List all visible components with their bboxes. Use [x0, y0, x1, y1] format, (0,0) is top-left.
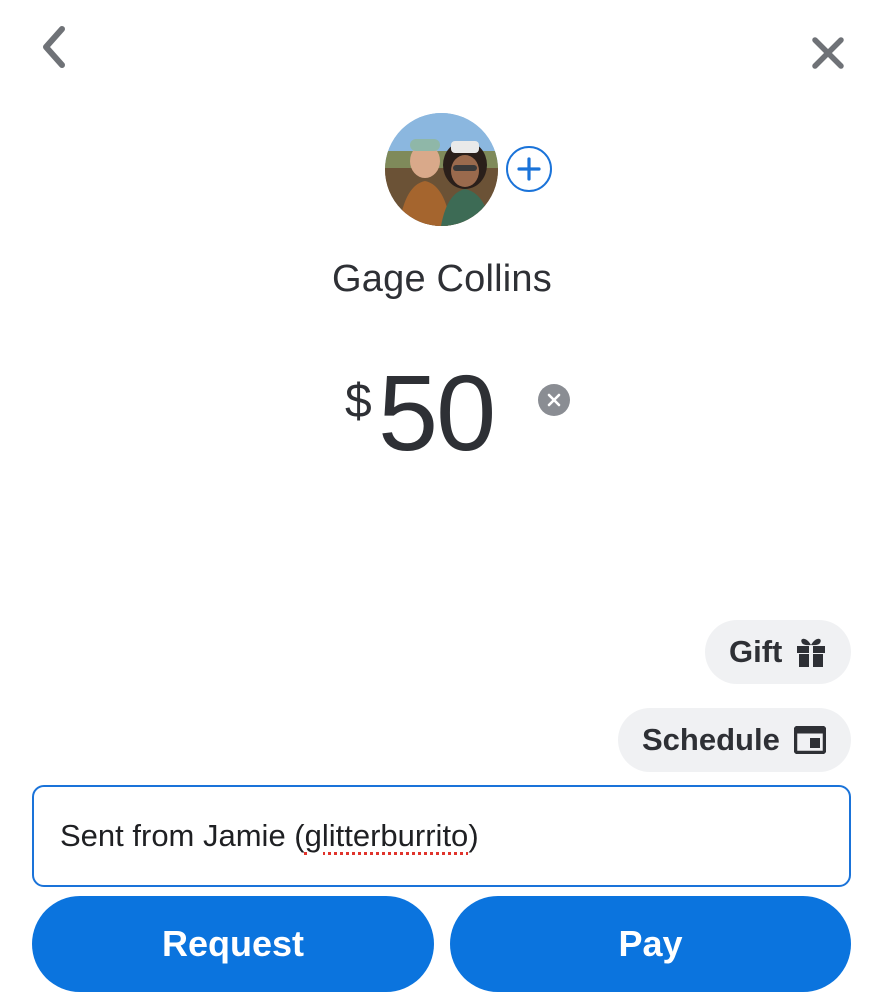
schedule-button[interactable]: Schedule: [618, 708, 851, 772]
amount-value: 50: [378, 352, 496, 473]
note-field[interactable]: Sent from Jamie (glitterburrito): [32, 785, 851, 887]
pay-button[interactable]: Pay: [450, 896, 851, 992]
clear-amount-button[interactable]: [538, 384, 570, 416]
gift-button[interactable]: Gift: [705, 620, 851, 684]
recipient-name: Gage Collins: [332, 258, 552, 300]
currency-symbol: $: [345, 375, 372, 428]
calendar-icon: [793, 726, 826, 754]
plus-icon: [517, 157, 541, 181]
clear-circle-icon: [547, 393, 561, 407]
gift-icon: [797, 638, 826, 667]
close-button[interactable]: [802, 28, 854, 78]
add-recipient-button[interactable]: [506, 146, 552, 192]
avatar-photo: [385, 113, 498, 226]
close-icon: [812, 37, 844, 69]
schedule-label: Schedule: [642, 722, 780, 757]
avatar: [385, 113, 498, 226]
spellcheck-underline: glitterburrito: [304, 818, 469, 853]
chevron-left-icon: [43, 26, 65, 68]
amount-display: $ 50: [0, 353, 884, 472]
back-button[interactable]: [28, 22, 80, 72]
note-text: Sent from Jamie (glitterburrito): [60, 818, 479, 853]
gift-label: Gift: [729, 634, 783, 669]
request-button[interactable]: Request: [32, 896, 434, 992]
